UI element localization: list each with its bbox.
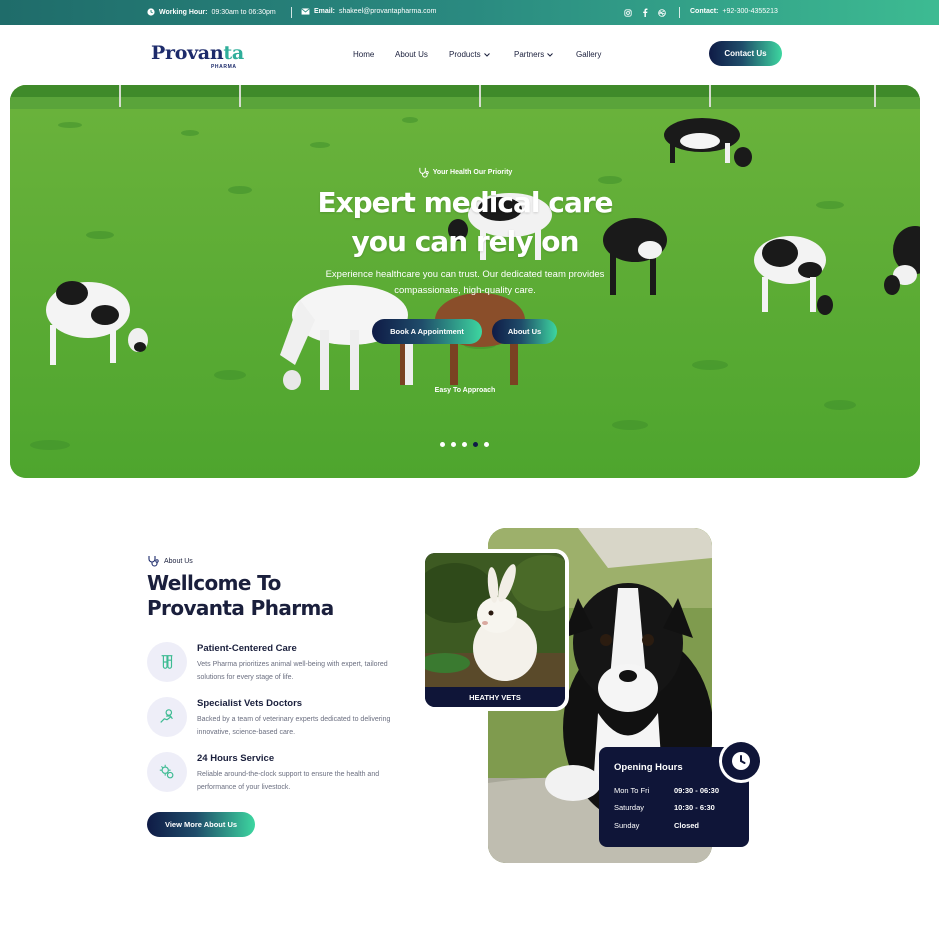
hero-tagline: Your Health Our Priority [10,167,920,178]
view-more-about-button[interactable]: View More About Us [147,812,255,837]
about-title: Wellcome To Provanta Pharma [147,571,334,621]
feature-desc: Backed by a team of veterinary experts d… [197,716,391,736]
nav-about-label: About Us [395,50,428,59]
nav-partners-label: Partners [514,50,545,59]
hero-title-line1: Expert medical care [317,186,613,219]
hours-day: Sunday [614,821,640,830]
social-links [624,8,666,17]
about-title-line1: Wellcome To [147,571,281,595]
nav-home-label: Home [353,50,375,59]
nav-products-label: Products [449,50,481,59]
hero-description: Experience healthcare you can trust. Our… [325,269,605,296]
chevron-down-icon [483,52,490,57]
chevron-down-icon [547,52,554,57]
about-title-line2: Provanta Pharma [147,596,334,620]
working-hours-value: 09:30am to 06:30pm [211,8,276,16]
nav-partners[interactable]: Partners [514,50,554,59]
rabbit-image: HEATHY VETS [425,553,565,707]
feature-title: 24 Hours Service [197,753,275,764]
hero-banner: Your Health Our Priority Expert medical … [10,85,920,478]
contact-info[interactable]: Contact: +92-300-4355213 [690,8,778,15]
feature-title: Specialist Vets Doctors [197,698,303,709]
about-tag: About Us [147,555,193,567]
topbar-divider [291,7,292,18]
book-appointment-button[interactable]: Book A Appointment [372,319,482,344]
slider-dot[interactable] [484,442,489,447]
test-tubes-icon [147,642,187,682]
feature-title: Patient-Centered Care [197,643,297,654]
about-tag-text: About Us [164,557,193,565]
slider-dots [440,442,489,447]
hero-sub-caption: Easy To Approach [434,387,496,394]
clock-icon [732,752,750,770]
hours-time: Closed [674,821,700,830]
nav-gallery-label: Gallery [576,50,602,59]
feature-patient-care: Patient-Centered Care Vets Pharma priori… [147,642,397,692]
nav-home[interactable]: Home [353,50,374,59]
logo-accent: ta [223,42,244,64]
hero-title: Expert medical care you can rely on [10,183,920,261]
slider-dot[interactable] [451,442,456,447]
site-logo[interactable]: Provanta PHARMA [151,42,244,71]
contact-label: Contact: [690,8,719,15]
instagram-icon[interactable] [624,8,632,17]
nav-products[interactable]: Products [449,50,490,59]
nav-gallery[interactable]: Gallery [576,50,601,59]
feature-specialist-vets: Specialist Vets Doctors Backed by a team… [147,697,397,747]
slider-dot[interactable] [440,442,445,447]
contact-value[interactable]: +92-300-4355213 [722,8,777,15]
working-hours-label: Working Hour: [159,8,208,16]
stethoscope-icon [148,556,159,567]
hours-time: 09:30 - 06:30 [674,786,720,795]
email-label: Email: [314,8,336,15]
hours-time: 10:30 - 6:30 [674,803,715,812]
working-hours: Working Hour: 09:30am to 06:30pm [147,8,276,16]
topbar-divider [679,7,680,18]
nav-about[interactable]: About Us [395,50,428,59]
opening-hours-title: Opening Hours [614,762,683,773]
logo-main: Provan [151,42,224,64]
doctor-hand-icon [147,697,187,737]
hero-tagline-text: Your Health Our Priority [432,169,513,176]
contact-us-button[interactable]: Contact Us [709,41,782,66]
clock-icon [147,8,155,16]
rabbit-card: HEATHY VETS [421,549,569,711]
slider-dot-active[interactable] [473,442,478,447]
top-bar: Working Hour: 09:30am to 06:30pm Email: … [0,0,939,25]
feature-desc: Reliable around-the-clock support to ens… [197,771,380,791]
mail-icon [301,8,310,15]
dribbble-icon[interactable] [658,8,666,17]
hours-day: Saturday [614,803,645,812]
email-info[interactable]: Email: shakeel@provantapharma.com [301,8,436,15]
rabbit-caption: HEATHY VETS [425,687,565,707]
clock-badge [719,739,763,783]
feature-desc: Vets Pharma prioritizes animal well-bein… [197,661,388,681]
feature-24-hours: 24 Hours Service Reliable around-the-clo… [147,752,397,802]
stethoscope-icon [419,167,429,178]
hours-day: Mon To Fri [614,786,650,795]
logo-sub: PHARMA [211,64,237,70]
hero-about-button[interactable]: About Us [492,319,557,344]
facebook-icon[interactable] [642,8,648,17]
email-value[interactable]: shakeel@provantapharma.com [339,8,436,15]
hero-title-line2: you can rely on [351,225,580,258]
virus-icon [147,752,187,792]
slider-dot[interactable] [462,442,467,447]
